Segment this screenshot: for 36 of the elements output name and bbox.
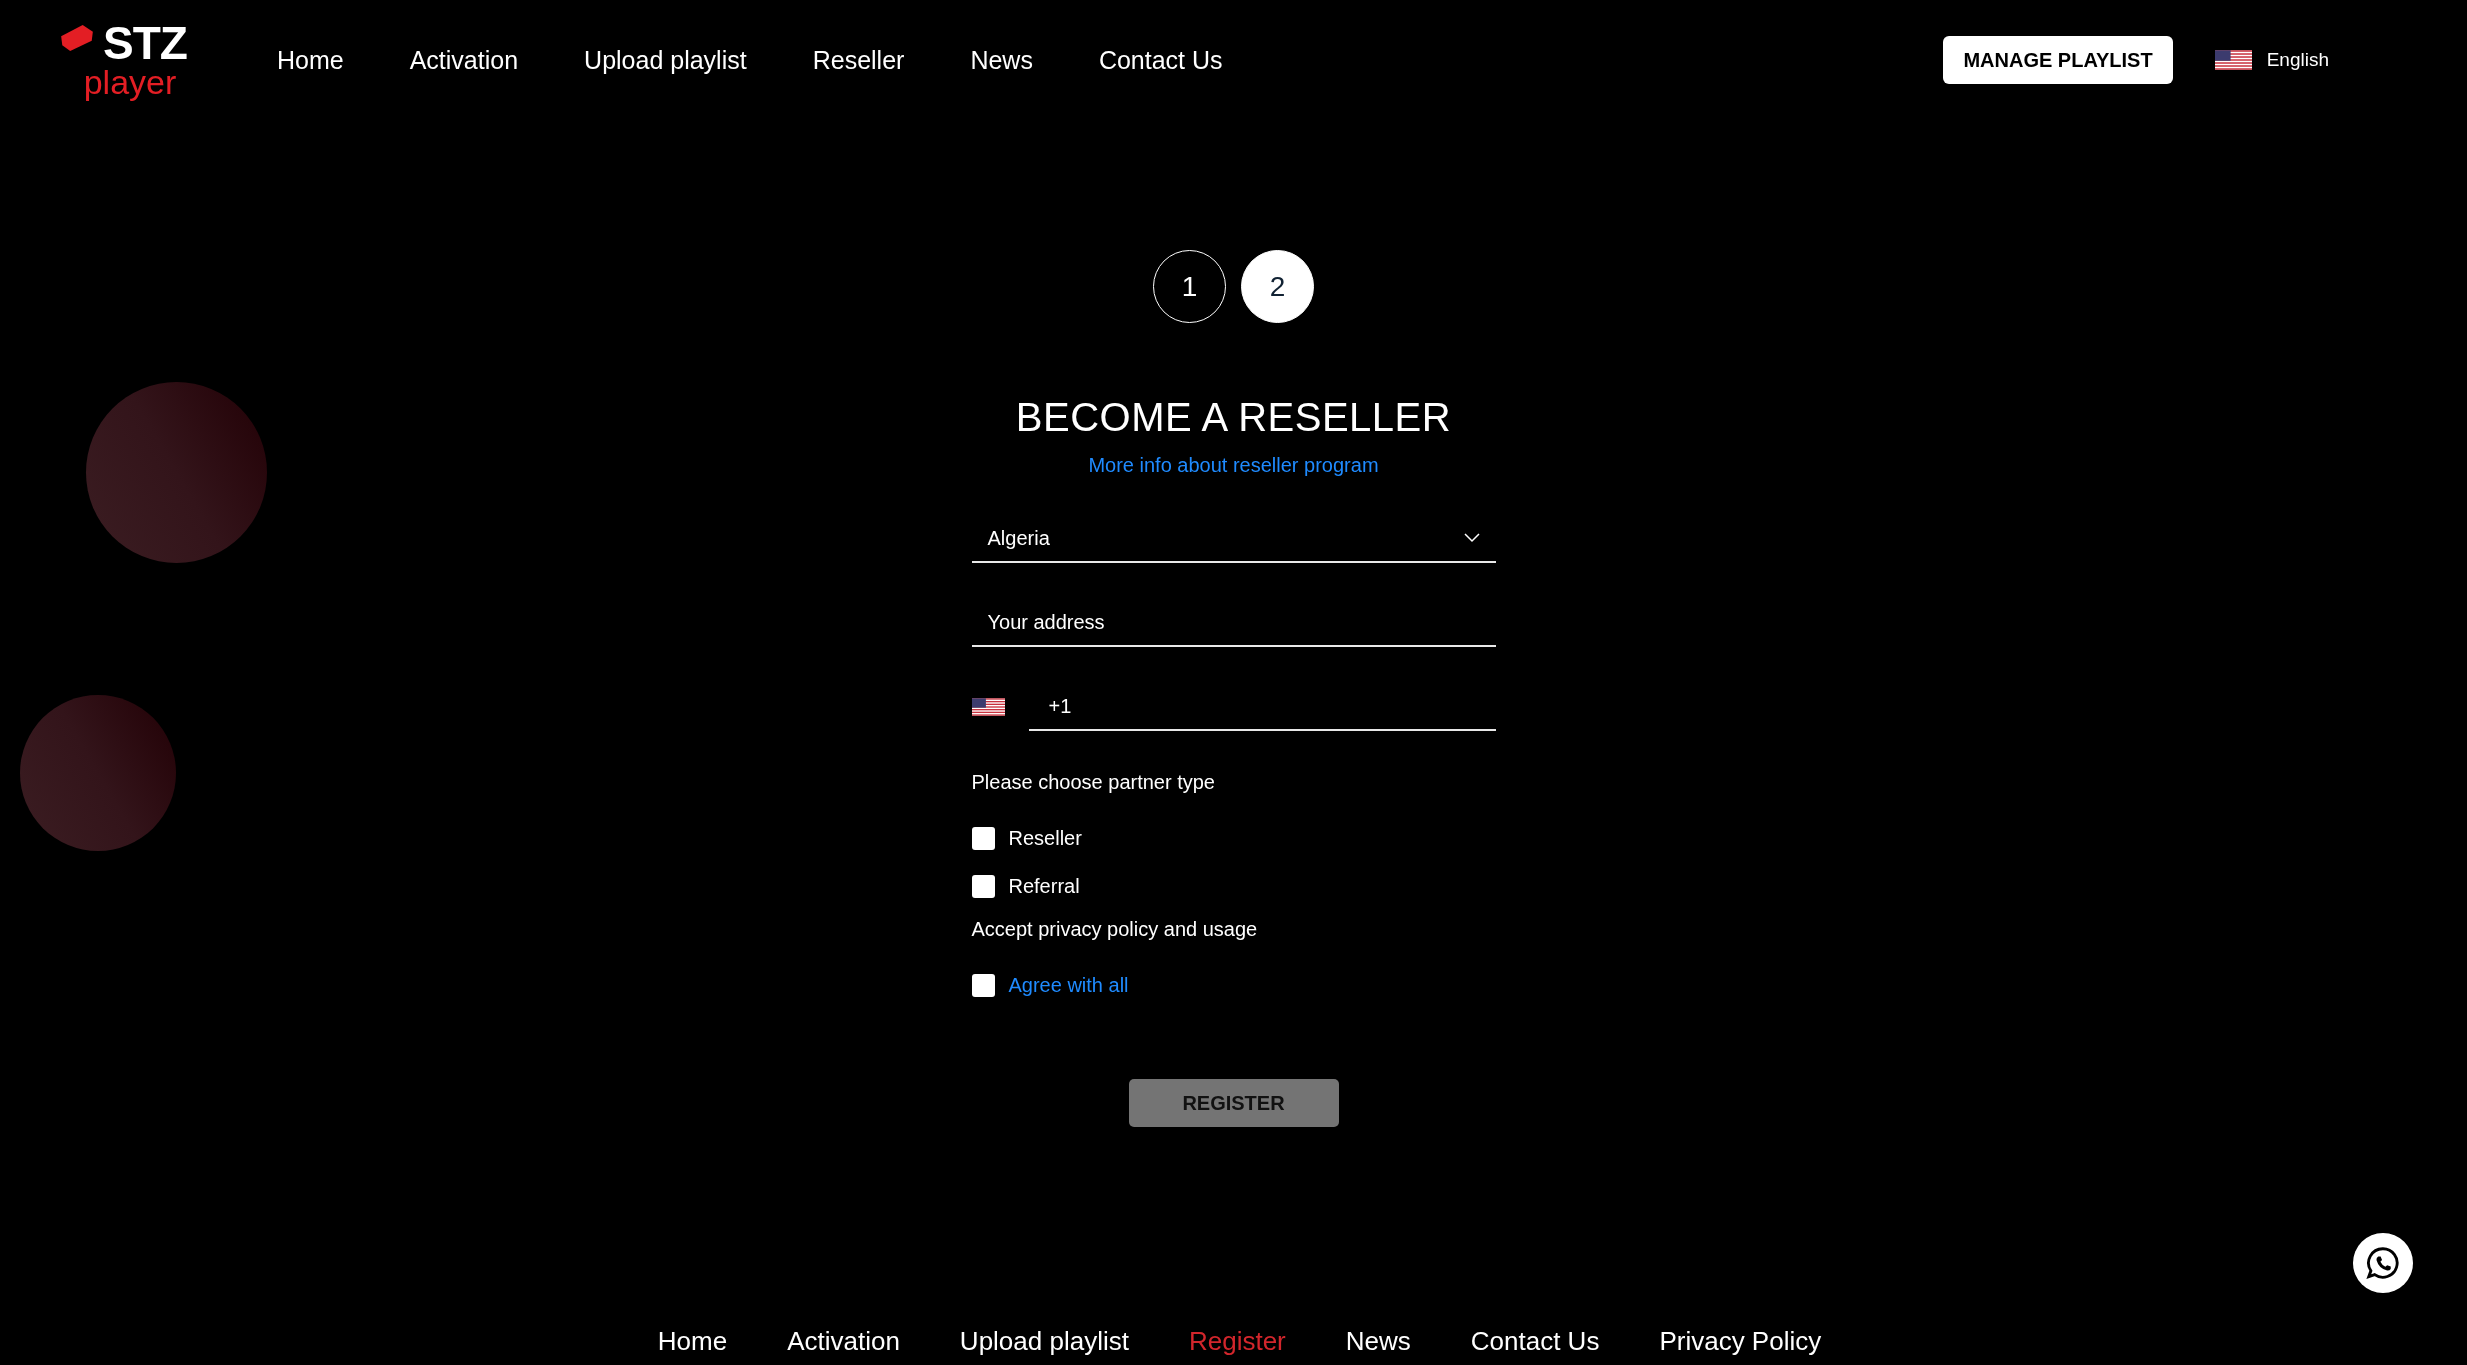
page-title: BECOME A RESELLER: [1015, 395, 1452, 440]
manage-playlist-button[interactable]: MANAGE PLAYLIST: [1943, 36, 2173, 84]
footer-link[interactable]: Upload playlist: [959, 1325, 1129, 1357]
agree-link[interactable]: Agree with all: [1008, 973, 1129, 997]
checkbox-label: Referral: [1008, 874, 1080, 898]
nav-link[interactable]: News: [970, 45, 1033, 75]
phone-field[interactable]: +1: [1028, 683, 1496, 731]
logo[interactable]: STZ player: [60, 10, 190, 110]
country-dropdown[interactable]: Algeria: [971, 515, 1496, 563]
footer-link[interactable]: Register: [1188, 1325, 1286, 1357]
nav-link[interactable]: Reseller: [812, 45, 905, 75]
language-label[interactable]: English: [2266, 49, 2329, 71]
nav-link[interactable]: Upload playlist: [584, 45, 747, 75]
nav-link[interactable]: Home: [277, 45, 344, 75]
nav-link[interactable]: Contact Us: [1098, 45, 1223, 75]
chat-bubble-phone-icon: [2364, 1244, 2402, 1282]
step-indicator: 2: [1241, 250, 1314, 323]
nav-link[interactable]: Activation: [409, 45, 519, 75]
privacy-label: Accept privacy policy and usage: [971, 918, 1259, 941]
us-flag-icon[interactable]: [971, 697, 1005, 717]
checkbox[interactable]: [971, 973, 995, 997]
footer-link[interactable]: Privacy Policy: [1659, 1325, 1822, 1357]
footer-link[interactable]: Contact Us: [1470, 1325, 1600, 1357]
checkbox-label: Reseller: [1008, 826, 1082, 850]
info-link[interactable]: More info about reseller program: [1088, 454, 1379, 477]
chevron-down-icon: [1463, 533, 1480, 543]
whatsapp-button[interactable]: [2353, 1233, 2413, 1293]
us-flag-icon: [2214, 50, 2252, 70]
play-shape-icon: [60, 22, 94, 54]
address-field[interactable]: Your address: [971, 599, 1496, 647]
checkbox[interactable]: [971, 874, 995, 898]
checkbox[interactable]: [971, 826, 995, 850]
footer-link[interactable]: News: [1345, 1325, 1411, 1357]
footer-link[interactable]: Activation: [787, 1325, 900, 1357]
partner-type-label: Please choose partner type: [971, 771, 1216, 794]
footer-link[interactable]: Home: [657, 1325, 728, 1357]
